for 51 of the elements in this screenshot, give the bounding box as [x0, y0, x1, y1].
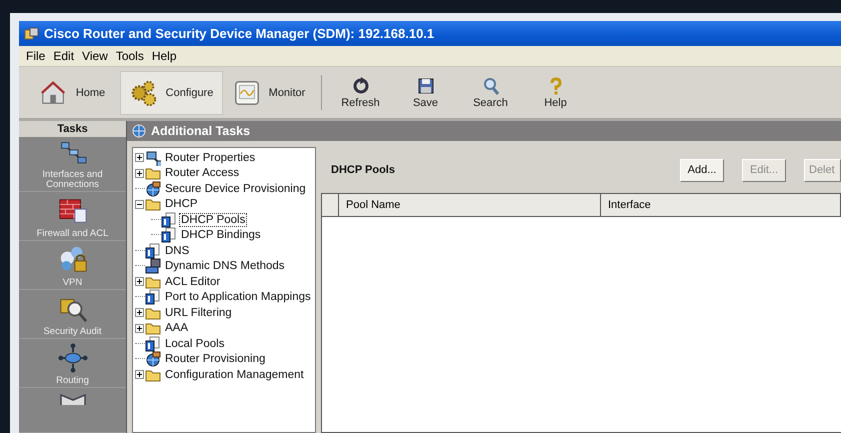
expand-toggle[interactable]	[135, 370, 145, 380]
search-icon	[482, 76, 500, 94]
tree-item[interactable]: Router Properties	[163, 150, 258, 165]
collapse-toggle[interactable]	[135, 200, 145, 209]
tree-item[interactable]: Local Pools	[163, 336, 226, 351]
column-header[interactable]: Interface	[601, 194, 841, 216]
menu-item[interactable]: Tools	[112, 49, 148, 63]
expand-toggle[interactable]	[135, 153, 145, 162]
tree-item[interactable]: DHCP	[163, 197, 200, 212]
column-header[interactable]: Pool Name	[339, 194, 601, 216]
tree-item[interactable]: AAA	[163, 321, 190, 336]
computer-icon	[145, 258, 161, 274]
menu-item[interactable]: View	[78, 49, 112, 63]
toolbar-button[interactable]: Search	[458, 67, 523, 118]
network-devices-icon	[145, 150, 161, 166]
menu-item[interactable]: File	[22, 49, 50, 63]
sidebar-title: Tasks	[19, 121, 126, 137]
toolbar-button[interactable]: Configure	[120, 71, 223, 115]
toolbar-button[interactable]: Help	[523, 67, 588, 118]
expand-toggle[interactable]	[135, 168, 145, 178]
tree-item[interactable]: DNS	[163, 244, 192, 258]
section-title: Additional Tasks	[151, 124, 250, 138]
tree-item[interactable]: ACL Editor	[163, 274, 222, 289]
gears-icon	[130, 79, 158, 107]
router-arrows-icon	[58, 343, 88, 373]
globe-icon	[132, 124, 146, 138]
tree-item[interactable]: Port to Application Mappings	[163, 290, 313, 304]
refresh-icon	[352, 76, 370, 94]
monitor-icon	[232, 79, 261, 107]
expand-toggle[interactable]	[135, 324, 145, 333]
toolbar-button[interactable]: Home	[25, 71, 120, 115]
tree-item[interactable]: Router Access	[163, 166, 242, 180]
tree-item[interactable]: Dynamic DNS Methods	[163, 259, 287, 274]
envelope-icon	[60, 392, 86, 406]
tree-item[interactable]: Secure Device Provisioning	[163, 182, 308, 196]
tree-item[interactable]: DHCP Pools	[179, 212, 248, 227]
panel-title: DHCP Pools	[331, 164, 396, 176]
action-button[interactable]: Add...	[680, 158, 724, 182]
menu-item[interactable]: Help	[148, 49, 181, 63]
toolbar-button[interactable]: Monitor	[223, 71, 315, 115]
expand-toggle[interactable]	[135, 277, 145, 286]
menu-item[interactable]: Edit	[49, 49, 78, 63]
app-icon	[24, 26, 39, 40]
toolbar-button[interactable]: Save	[393, 67, 458, 118]
expand-toggle[interactable]	[135, 308, 145, 318]
tree-item[interactable]: DHCP Bindings	[179, 228, 263, 242]
tree-item[interactable]: URL Filtering	[163, 306, 234, 320]
tree-item[interactable]: Configuration Management	[163, 368, 306, 382]
toolbar-button[interactable]: Refresh	[328, 67, 393, 118]
tree-item[interactable]: Router Provisioning	[163, 352, 268, 366]
window-title: Cisco Router and Security Device Manager (SDM): 192.168.10.1	[44, 26, 434, 41]
